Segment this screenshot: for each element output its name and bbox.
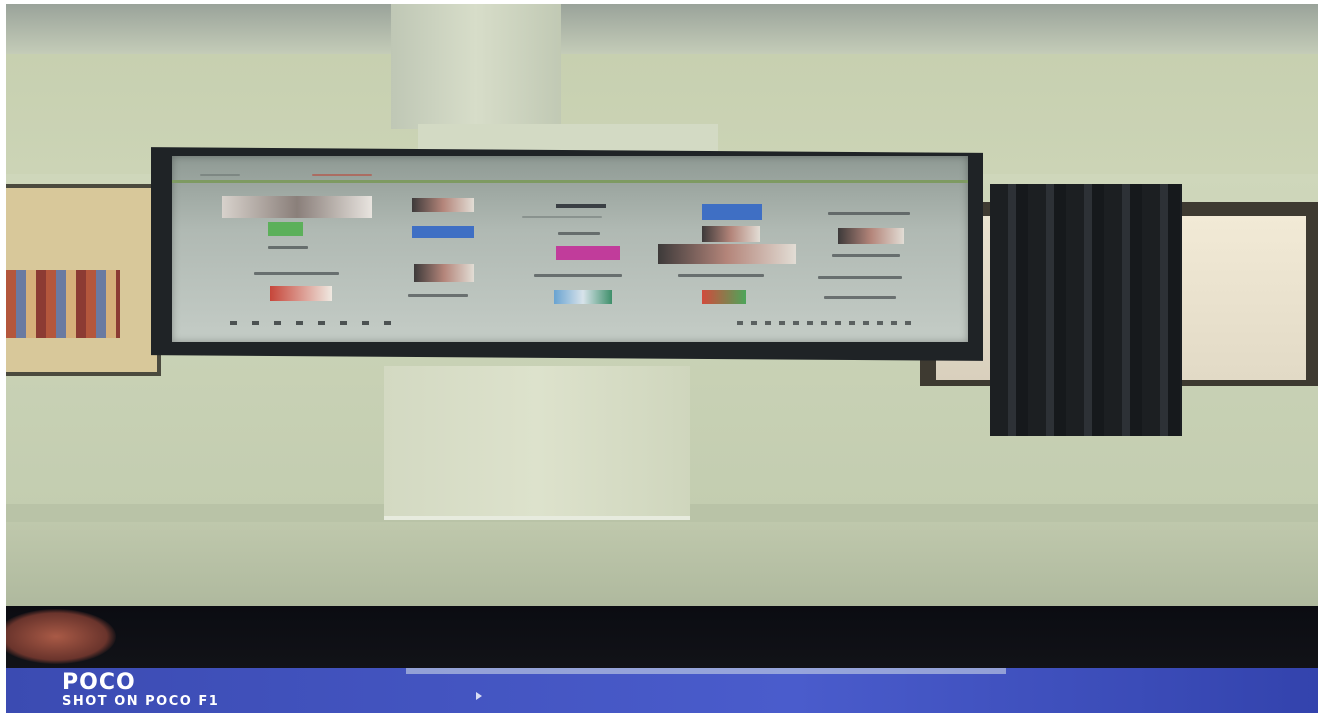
recording-indicator xyxy=(312,174,372,176)
participant-name xyxy=(522,216,602,218)
wall-pillar xyxy=(384,366,690,520)
participant-video xyxy=(702,226,760,242)
poster xyxy=(6,270,120,338)
participant-video xyxy=(554,290,612,304)
meeting-header-bar xyxy=(172,180,968,183)
participant-video xyxy=(556,204,606,208)
projector-screen xyxy=(172,156,968,342)
participant-video xyxy=(412,198,474,212)
participant-avatar xyxy=(702,204,762,220)
monitor-bezel xyxy=(6,606,1318,672)
meeting-header xyxy=(200,174,240,176)
participant-video xyxy=(222,196,372,218)
participant-avatar xyxy=(412,226,474,238)
participant-avatar xyxy=(556,246,620,260)
meeting-controls xyxy=(737,321,917,325)
participant-name xyxy=(268,246,308,249)
participant-name xyxy=(678,274,764,277)
participant-name xyxy=(832,254,900,257)
window-pane xyxy=(1182,216,1306,380)
participant-name xyxy=(558,232,600,235)
notice-board xyxy=(6,184,161,376)
cursor-icon xyxy=(476,692,482,700)
participant-video xyxy=(414,264,474,282)
photo: POCO SHOT ON POCO F1 xyxy=(6,4,1318,713)
watermark-brand: POCO xyxy=(62,670,136,695)
monitor-taskbar xyxy=(406,668,1006,674)
lower-wall xyxy=(6,522,1318,612)
participant-video xyxy=(702,290,746,304)
curtain xyxy=(990,184,1182,436)
participant-name xyxy=(828,212,910,215)
participant-video xyxy=(270,286,332,301)
participant-video xyxy=(838,228,904,244)
participant-video xyxy=(658,244,796,264)
meeting-controls xyxy=(230,321,392,325)
participant-name xyxy=(408,294,468,297)
camera-watermark: POCO SHOT ON POCO F1 xyxy=(62,672,219,710)
ceiling xyxy=(6,4,1318,54)
participant-name xyxy=(824,296,896,299)
participant-name xyxy=(534,274,622,277)
participant-avatar xyxy=(268,222,303,236)
participant-name xyxy=(254,272,339,275)
participant-name xyxy=(818,276,902,279)
watermark-caption: SHOT ON POCO F1 xyxy=(62,694,220,709)
ceiling-beam xyxy=(391,4,561,129)
